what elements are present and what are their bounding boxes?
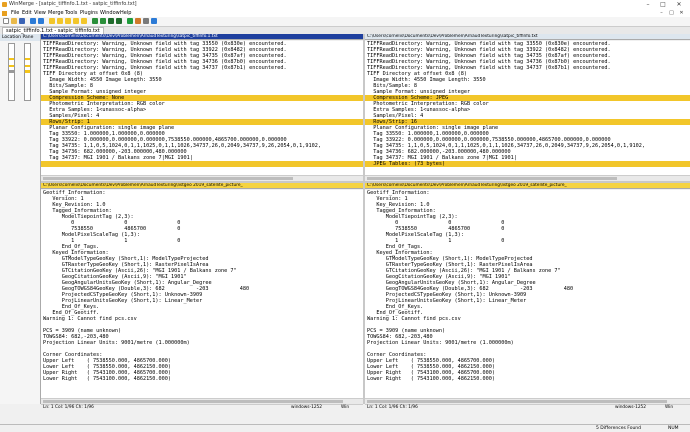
left-pane-status: Ln: 1 Col: 1/96 Ch: 1/96 windows-1252 Wi… [41,404,363,411]
last-diff-icon[interactable] [81,18,87,24]
copy-left-icon[interactable] [92,18,98,24]
mdi-close-button[interactable]: ✕ [677,9,686,17]
redo-icon[interactable] [38,18,44,24]
location-pane-header: Location Pane [0,34,40,41]
right-cursor-position: Ln: 1 Col: 1/96 Ch: 1/96 [367,405,418,410]
toolbar [0,17,690,27]
new-doc-icon[interactable] [3,18,9,24]
bottom-left-path-bar: C:\Users\cornelis\Documents\Dev\Probleme… [41,183,363,189]
winmerge-app-icon [2,2,7,7]
top-left-line [41,167,363,173]
menu-plugins[interactable]: Plugins [80,10,98,16]
left-cursor-position: Ln: 1 Col: 1/96 Ch: 1/96 [43,405,94,410]
bottom-right-line: Lower Right ( 7543100.000, 4862150.000) [367,376,496,382]
mdi-restore-button[interactable]: □ [667,9,676,17]
location-bar-left[interactable] [8,43,15,101]
next-diff-icon[interactable] [73,18,79,24]
bottom-left-code: Geotiff_Information: Version: 1 Key_Revi… [41,190,363,382]
menu-help[interactable]: Help [120,10,131,16]
prev-diff-icon[interactable] [57,18,63,24]
mdi-minimize-button[interactable]: – [657,9,666,17]
copy-right-icon[interactable] [100,18,106,24]
copy-all-left-icon[interactable] [108,18,114,24]
options-icon[interactable] [135,18,141,24]
bottom-right-code: Geotiff_Information: Version: 1 Key_Revi… [365,190,690,382]
open-icon[interactable] [11,18,17,24]
bottom-right-diff-pane[interactable]: Geotiff_Information: Version: 1 Key_Revi… [365,190,690,398]
top-left-path-bar: C:\Users\cornelis\Documents\Dev\Probleme… [41,34,363,40]
bottom-left-diff-pane[interactable]: Geotiff_Information: Version: 1 Key_Revi… [41,190,363,398]
menu-view[interactable]: View [34,10,46,16]
top-left-diff-pane[interactable]: TIFFReadDirectory: Warning, Unknown fiel… [41,41,363,175]
help-icon[interactable] [151,18,157,24]
doc-menu-icon[interactable] [2,10,7,16]
right-eol: Win [665,405,674,410]
close-button[interactable]: ✕ [672,0,686,9]
copy-all-right-icon[interactable] [116,18,122,24]
menu-merge[interactable]: Merge [48,10,64,16]
save-icon[interactable] [19,18,25,24]
location-pane: Location Pane [0,34,41,404]
left-encoding: windows-1252 [291,405,323,410]
top-right-line [365,167,690,173]
right-pane-status: Ln: 1 Col: 1/96 Ch: 1/96 windows-1252 Wi… [365,404,690,411]
location-bar-right[interactable] [24,43,31,101]
filter-icon[interactable] [143,18,149,24]
top-left-code: TIFFReadDirectory: Warning, Unknown fiel… [41,41,363,173]
current-diff-icon[interactable] [65,18,71,24]
window-title: WinMerge - [satpic_tiffinfo.1.txt - satp… [9,1,137,7]
minimize-button[interactable]: – [641,0,655,9]
undo-icon[interactable] [30,18,36,24]
menu-edit[interactable]: Edit [22,10,32,16]
right-encoding: windows-1252 [615,405,647,410]
bottom-left-line: Lower Right ( 7543100.000, 4862150.000) [43,376,172,382]
menu-window[interactable]: Window [100,10,120,16]
maximize-button[interactable]: □ [656,0,670,9]
menu-tools[interactable]: Tools [65,10,77,16]
menu-file[interactable]: File [11,10,19,16]
top-right-diff-pane[interactable]: TIFFReadDirectory: Warning, Unknown fiel… [365,41,690,175]
refresh-icon[interactable] [127,18,133,24]
left-eol: Win [341,405,350,410]
menu-bar: File Edit View Merge Tools Plugins Windo… [0,9,690,17]
top-right-path-bar: C:\Users\cornelis\Documents\Dev\Probleme… [365,34,690,40]
first-diff-icon[interactable] [49,18,55,24]
bottom-right-path-bar: C:\Users\cornelis\Documents\Dev\Probleme… [365,183,690,189]
top-right-code: TIFFReadDirectory: Warning, Unknown fiel… [365,41,690,173]
